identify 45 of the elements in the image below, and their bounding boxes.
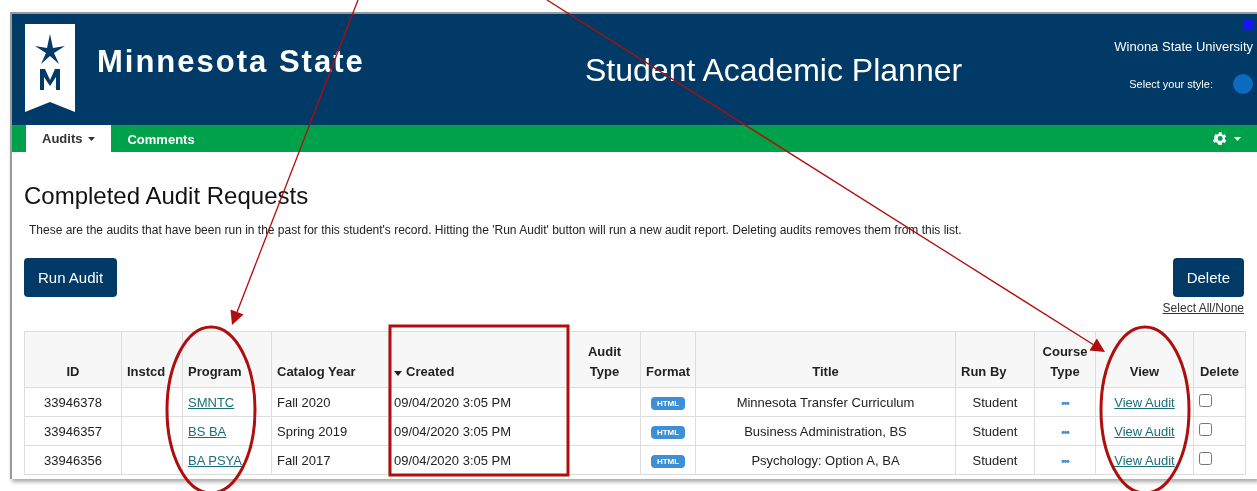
column-header[interactable]: Run By [955,331,1035,388]
table-cell: 33946356 [44,452,102,468]
table-cell: Psychology: Option A, BA [751,452,900,468]
run-audit-button[interactable]: Run Audit [24,258,118,297]
column-header[interactable]: Format [640,331,696,388]
table-cell: Fall 2020 [277,394,331,410]
delete-checkbox[interactable] [1199,452,1212,465]
institution-name: Winona State University [1114,39,1253,54]
table-cell: 09/04/2020 3:05 PM [394,452,512,468]
delete-checkbox[interactable] [1199,394,1212,407]
brand-name: Minnesota State [97,44,365,80]
table-cell: 33946378 [44,394,102,410]
settings-button[interactable] [1211,130,1241,147]
sort-caret-icon [394,370,402,376]
style-label: Select your style: [1129,78,1213,90]
delete-checkbox[interactable] [1199,423,1212,436]
logo-icon [25,24,75,112]
column-header[interactable]: Title [695,331,956,388]
caret-icon [1234,136,1241,141]
table-cell: Student [972,452,1018,468]
course-type-link[interactable]: ••• [1061,455,1069,467]
table-cell: Spring 2019 [277,423,348,439]
column-header[interactable]: Course Type [1034,331,1096,388]
course-type-link[interactable]: ••• [1061,397,1069,409]
table-cell: 33946357 [44,423,102,439]
nav-tab[interactable]: Audits [26,125,112,152]
column-header[interactable]: Instcd [121,331,183,388]
column-header[interactable]: Program [182,331,272,388]
select-all-link[interactable]: Select All/None [1162,301,1244,315]
square-icon [1244,20,1253,29]
column-header[interactable]: ID [24,331,122,388]
table-cell: 09/04/2020 3:05 PM [394,423,512,439]
gear-icon [1211,130,1228,147]
course-type-link[interactable]: ••• [1061,426,1069,438]
table-cell: 09/04/2020 3:05 PM [394,394,512,410]
table-cell: Fall 2017 [277,452,331,468]
column-header[interactable]: Catalog Year [271,331,389,388]
column-header[interactable]: View [1095,331,1194,388]
table-cell: Student [972,394,1018,410]
column-header[interactable]: Audit Type [568,331,641,388]
column-header[interactable]: Delete [1193,331,1246,388]
table-cell: Business Administration, BS [744,423,907,439]
table-cell: Minnesota Transfer Curriculum [736,394,915,410]
delete-button[interactable]: Delete [1172,258,1244,297]
table-cell: Student [972,423,1018,439]
